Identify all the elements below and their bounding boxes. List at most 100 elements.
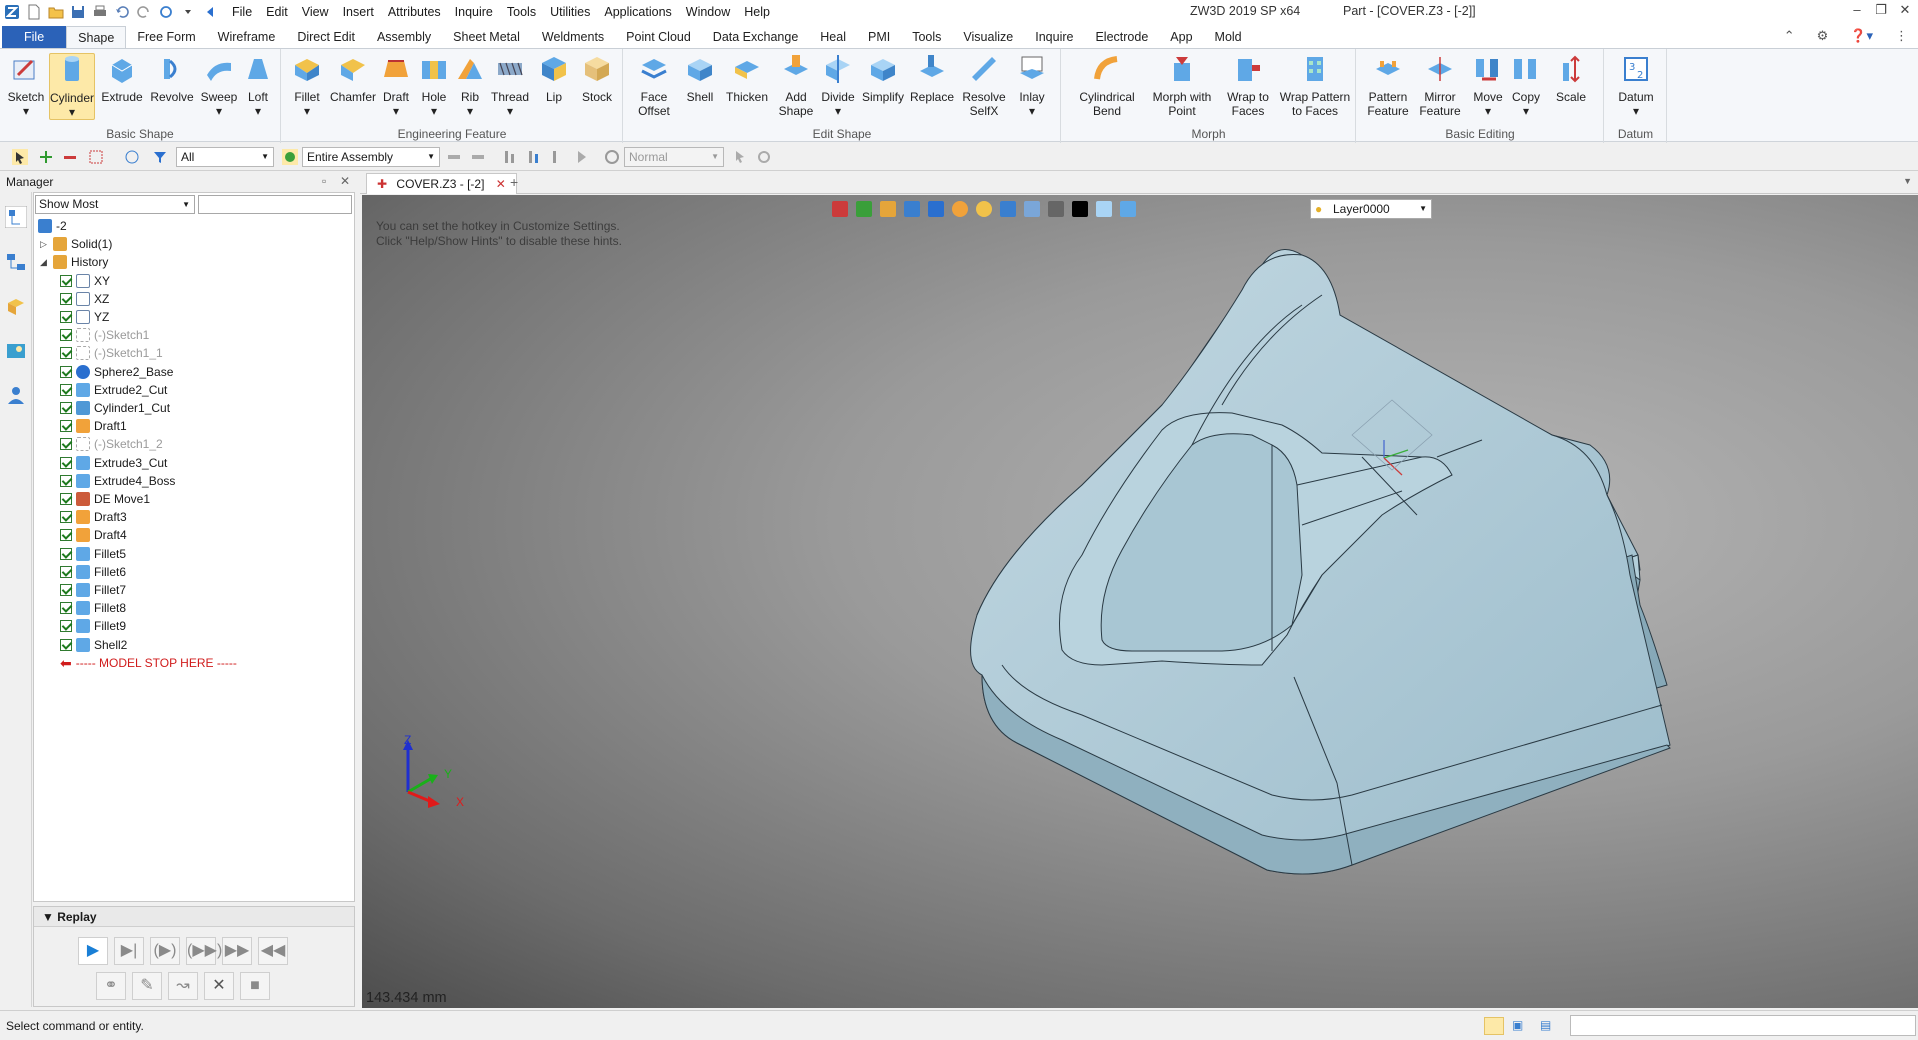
visibility-checkbox[interactable] [60, 329, 72, 342]
command-input[interactable] [1570, 1015, 1916, 1036]
visibility-checkbox[interactable] [60, 474, 72, 487]
suppress-button[interactable]: ■ [240, 972, 270, 1000]
tab-pmi[interactable]: PMI [857, 26, 901, 48]
tool-icon-1[interactable] [446, 149, 462, 165]
tool-icon-6[interactable] [574, 149, 590, 165]
tab-list-icon[interactable]: ▼ [1903, 176, 1912, 186]
object-manager-icon[interactable] [5, 296, 27, 318]
menu-help[interactable]: Help [744, 5, 770, 19]
visibility-checkbox[interactable] [60, 365, 72, 378]
new-file-icon[interactable] [26, 4, 42, 20]
fillet-button[interactable]: Fillet ▾ [286, 53, 328, 118]
back-arrow-icon[interactable] [202, 4, 218, 20]
tab-weldments[interactable]: Weldments [531, 26, 615, 48]
menu-utilities[interactable]: Utilities [550, 5, 590, 19]
tab-point-cloud[interactable]: Point Cloud [615, 26, 702, 48]
cursor-icon[interactable] [732, 149, 748, 165]
tree-item[interactable]: (-)Sketch1 [60, 326, 149, 344]
face-offset-button[interactable]: Face Offset [630, 53, 678, 118]
revolve-button[interactable]: Revolve [148, 53, 196, 104]
extrude-button[interactable]: Extrude [99, 53, 145, 104]
tree-item[interactable]: ⬅ ----- MODEL STOP HERE ----- [60, 654, 237, 672]
new-tab-icon[interactable]: + [510, 174, 518, 190]
show-filter-select[interactable]: Show Most ▼ [35, 195, 195, 214]
fast-forward-button[interactable]: ▶▶ [222, 937, 252, 965]
tree-item[interactable]: Extrude3_Cut [60, 454, 167, 472]
tab-cover-document[interactable]: ✚ COVER.Z3 - [-2] ✕ [366, 173, 517, 194]
view-manager-icon[interactable] [5, 340, 27, 362]
shell-button[interactable]: Shell [680, 53, 720, 104]
visibility-checkbox[interactable] [60, 456, 72, 469]
tree-item[interactable]: Fillet8 [60, 599, 126, 617]
more-icon[interactable]: ⋮ [1895, 28, 1908, 44]
tree-item[interactable]: Sphere2_Base [60, 363, 173, 381]
add-icon[interactable] [38, 149, 54, 165]
menu-attributes[interactable]: Attributes [388, 5, 441, 19]
scale-button[interactable]: Scale [1551, 53, 1591, 104]
visibility-checkbox[interactable] [60, 292, 72, 305]
chevron-up-icon[interactable]: ⌃ [1784, 28, 1795, 44]
shape-select-icon[interactable] [124, 149, 140, 165]
datum-button[interactable]: 32 Datum ▾ [1613, 53, 1659, 118]
tree-item[interactable]: Shell2 [60, 636, 127, 654]
visibility-checkbox[interactable] [60, 602, 72, 615]
3d-viewport[interactable]: You can set the hotkey in Customize Sett… [362, 195, 1918, 1008]
app-logo-icon[interactable] [4, 4, 20, 20]
expand-icon[interactable]: ▷ [40, 235, 50, 253]
tree-item[interactable]: YZ [60, 308, 109, 326]
link-button[interactable]: ⚭ [96, 972, 126, 1000]
tab-wireframe[interactable]: Wireframe [207, 26, 287, 48]
tab-direct-edit[interactable]: Direct Edit [286, 26, 366, 48]
simplify-button[interactable]: Simplify [860, 53, 906, 104]
tree-item[interactable]: (-)Sketch1_1 [60, 344, 163, 362]
tree-item[interactable]: Cylinder1_Cut [60, 399, 170, 417]
play-button[interactable]: ▶ [78, 937, 108, 965]
save-icon[interactable] [70, 4, 86, 20]
tree-item[interactable]: XZ [60, 290, 109, 308]
tool-icon-3[interactable] [502, 149, 518, 165]
tab-tools[interactable]: Tools [901, 26, 952, 48]
visibility-checkbox[interactable] [60, 420, 72, 433]
tree-item[interactable]: Fillet6 [60, 563, 126, 581]
menu-applications[interactable]: Applications [604, 5, 671, 19]
assembly-scope-icon[interactable] [282, 149, 298, 165]
visibility-checkbox[interactable] [60, 529, 72, 542]
replace-button[interactable]: Replace [908, 53, 956, 104]
sketch-button[interactable]: Sketch ▾ [6, 53, 46, 118]
redo-icon[interactable] [136, 4, 152, 20]
move-button[interactable]: Move ▾ [1469, 53, 1507, 118]
gear-icon[interactable]: ⚙ [1817, 28, 1829, 44]
filter-icon[interactable] [152, 149, 168, 165]
hole-button[interactable]: Hole ▾ [416, 53, 452, 118]
visibility-checkbox[interactable] [60, 511, 72, 524]
filter-select[interactable]: All ▼ [176, 147, 274, 167]
tab-electrode[interactable]: Electrode [1084, 26, 1159, 48]
wrap-to-faces-button[interactable]: Wrap to Faces [1220, 53, 1276, 118]
visibility-checkbox[interactable] [60, 620, 72, 633]
divide-button[interactable]: Divide ▾ [818, 53, 858, 118]
box-select-icon[interactable] [88, 149, 104, 165]
tree-item[interactable]: Fillet5 [60, 545, 126, 563]
chevron-down-icon[interactable] [180, 4, 196, 20]
step-forward-button[interactable]: ▶| [114, 937, 144, 965]
menu-insert[interactable]: Insert [343, 5, 374, 19]
stock-button[interactable]: Stock [576, 53, 618, 104]
step-next-button[interactable]: (▶) [150, 937, 180, 965]
cylinder-button[interactable]: Cylinder ▾ [49, 53, 95, 120]
inlay-button[interactable]: Inlay ▾ [1012, 53, 1052, 118]
tool-icon-2[interactable] [470, 149, 486, 165]
thread-button[interactable]: Thread ▾ [488, 53, 532, 118]
add-shape-button[interactable]: Add Shape [774, 53, 818, 118]
mode-select[interactable]: Normal ▼ [624, 147, 724, 167]
tree-item[interactable]: -2 [38, 217, 67, 235]
lip-button[interactable]: Lip [534, 53, 574, 104]
tree-item[interactable]: Extrude4_Boss [60, 472, 175, 490]
close-icon[interactable]: ✕ [1890, 2, 1918, 22]
tab-assembly[interactable]: Assembly [366, 26, 442, 48]
tree-item[interactable]: DE Move1 [60, 490, 150, 508]
menu-tools[interactable]: Tools [507, 5, 536, 19]
tree-item[interactable]: Fillet7 [60, 581, 126, 599]
reorder-button[interactable]: ↝ [168, 972, 198, 1000]
visibility-checkbox[interactable] [60, 383, 72, 396]
collapse-icon[interactable]: ◢ [40, 253, 50, 271]
